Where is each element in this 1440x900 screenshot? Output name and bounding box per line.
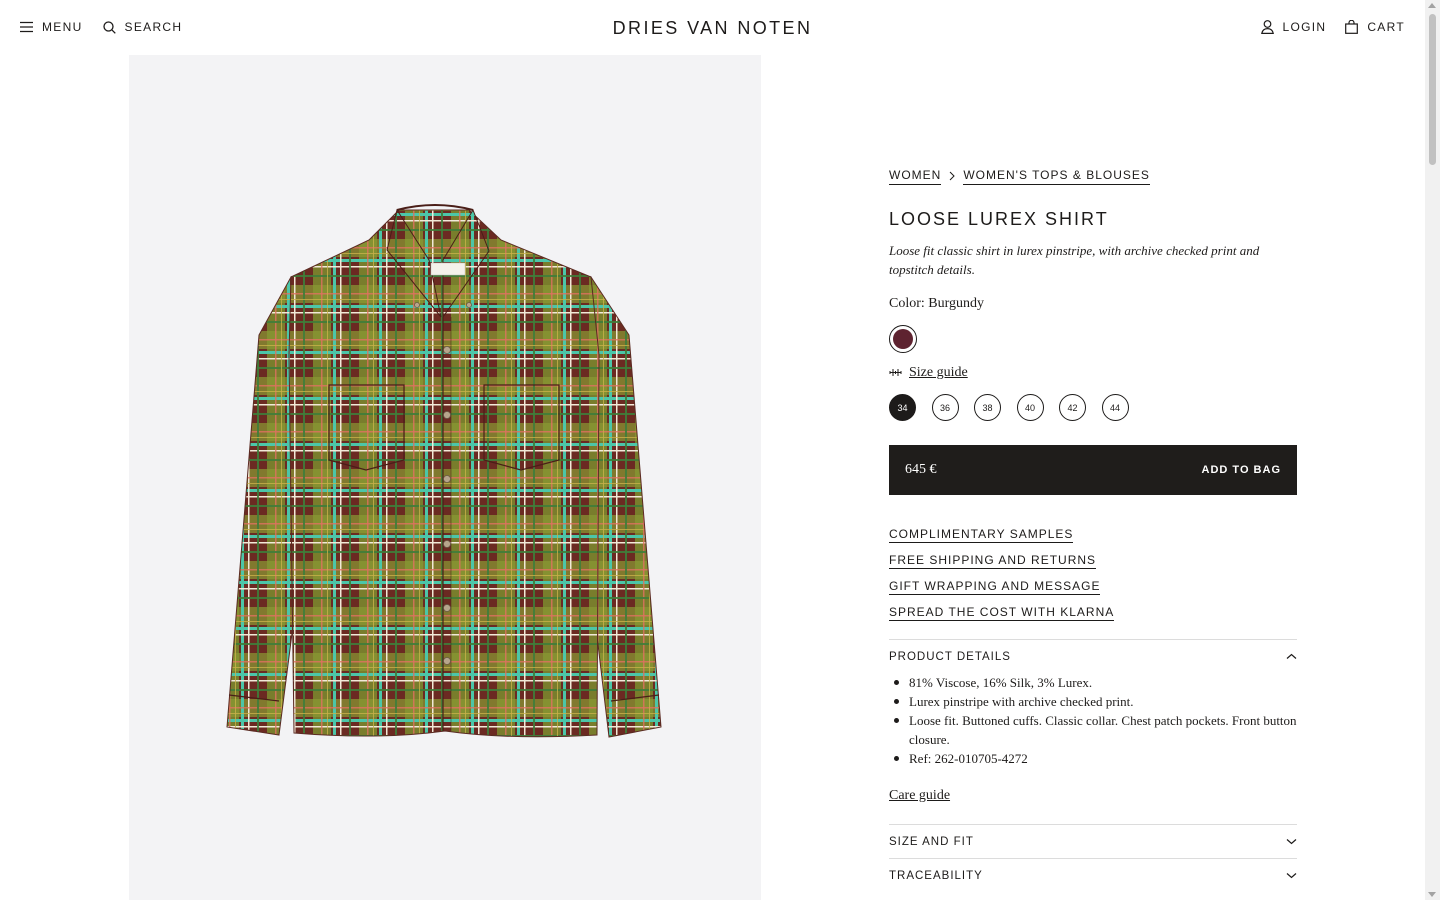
size-guide-link[interactable]: Size guide xyxy=(909,364,968,382)
site-header: MENU SEARCH DRIES VAN NOTEN LOGIN CART xyxy=(0,0,1425,55)
breadcrumb-tops-blouses[interactable]: WOMEN'S TOPS & BLOUSES xyxy=(963,167,1150,185)
size-option-34[interactable]: 34 xyxy=(889,394,916,421)
size-option-38[interactable]: 38 xyxy=(974,394,1001,421)
color-swatch-fill xyxy=(893,329,913,349)
accordion-size-fit: SIZE AND FIT xyxy=(889,824,1297,858)
header-right: LOGIN CART xyxy=(1260,18,1406,36)
size-option-44[interactable]: 44 xyxy=(1101,394,1129,421)
color-swatch-burgundy[interactable] xyxy=(889,325,917,353)
brand-logo-text: DRIES VAN NOTEN xyxy=(612,18,813,38)
product-image-shirt xyxy=(226,204,662,738)
accordion-product-details-body: 81% Viscose, 16% Silk, 3% Lurex. Lurex p… xyxy=(889,673,1297,824)
service-complimentary-samples[interactable]: COMPLIMENTARY SAMPLES xyxy=(889,526,1074,543)
scroll-down-arrow-icon[interactable] xyxy=(1428,892,1436,897)
scrollbar-thumb[interactable] xyxy=(1429,14,1436,165)
accordion-product-details: PRODUCT DETAILS 81% Viscose, 16% Silk, 3… xyxy=(889,639,1297,824)
product-detail-item: 81% Viscose, 16% Silk, 3% Lurex. xyxy=(889,673,1297,692)
breadcrumb: WOMEN WOMEN'S TOPS & BLOUSES xyxy=(889,167,1297,185)
breadcrumb-women[interactable]: WOMEN xyxy=(889,167,942,185)
service-klarna[interactable]: SPREAD THE COST WITH KLARNA xyxy=(889,604,1115,621)
login-button[interactable]: LOGIN xyxy=(1260,18,1327,36)
color-label: Color: Burgundy xyxy=(889,296,985,311)
chevron-right-icon xyxy=(949,171,956,181)
chevron-down-icon xyxy=(1286,836,1297,848)
accordion-traceability-header[interactable]: TRACEABILITY xyxy=(889,859,1297,892)
accordion-traceability-title: TRACEABILITY xyxy=(889,869,983,882)
size-option-40[interactable]: 40 xyxy=(1016,394,1044,421)
product-image[interactable] xyxy=(129,55,761,900)
product-detail-item: Lurex pinstripe with archive checked pri… xyxy=(889,692,1297,711)
services-list: COMPLIMENTARY SAMPLES FREE SHIPPING AND … xyxy=(889,525,1297,629)
cart-button[interactable]: CART xyxy=(1345,18,1405,36)
cart-label: CART xyxy=(1367,20,1405,34)
scroll-up-arrow-icon[interactable] xyxy=(1428,3,1436,8)
service-gift-wrapping[interactable]: GIFT WRAPPING AND MESSAGE xyxy=(889,578,1101,595)
product-detail-item: Loose fit. Buttoned cuffs. Classic colla… xyxy=(889,711,1297,749)
add-to-bag-label: ADD TO BAG xyxy=(1201,464,1281,476)
product-price: 645 € xyxy=(905,462,937,477)
add-to-bag-button[interactable]: 645 € ADD TO BAG xyxy=(889,445,1297,495)
product-description: Loose fit classic shirt in lurex pinstri… xyxy=(889,243,1260,277)
accordion-product-details-title: PRODUCT DETAILS xyxy=(889,650,1011,663)
bag-icon xyxy=(1345,20,1359,34)
product-title: LOOSE LUREX SHIRT xyxy=(889,209,1109,229)
chevron-up-icon xyxy=(1286,651,1297,663)
care-guide-link[interactable]: Care guide xyxy=(889,788,950,804)
size-guide-row: Size guide xyxy=(889,364,1297,382)
page-scrollbar[interactable] xyxy=(1425,0,1440,900)
size-option-36[interactable]: 36 xyxy=(931,394,959,421)
accordion-traceability: TRACEABILITY xyxy=(889,858,1297,892)
accordion-product-details-header[interactable]: PRODUCT DETAILS xyxy=(889,640,1297,673)
accordion-size-fit-header[interactable]: SIZE AND FIT xyxy=(889,825,1297,858)
size-option-42[interactable]: 42 xyxy=(1059,394,1086,421)
user-icon xyxy=(1260,20,1274,34)
size-selector: 34 36 38 40 42 44 xyxy=(889,394,1297,421)
ruler-icon xyxy=(889,364,902,382)
chevron-down-icon xyxy=(1286,870,1297,882)
brand-logo[interactable]: DRIES VAN NOTEN xyxy=(0,16,1425,40)
product-details-list: 81% Viscose, 16% Silk, 3% Lurex. Lurex p… xyxy=(889,673,1297,768)
product-detail-item: Ref: 262-010705-4272 xyxy=(889,749,1297,768)
product-info: WOMEN WOMEN'S TOPS & BLOUSES LOOSE LUREX… xyxy=(889,167,1297,892)
service-free-shipping[interactable]: FREE SHIPPING AND RETURNS xyxy=(889,552,1097,569)
login-label: LOGIN xyxy=(1282,20,1327,34)
accordion-size-fit-title: SIZE AND FIT xyxy=(889,835,974,848)
